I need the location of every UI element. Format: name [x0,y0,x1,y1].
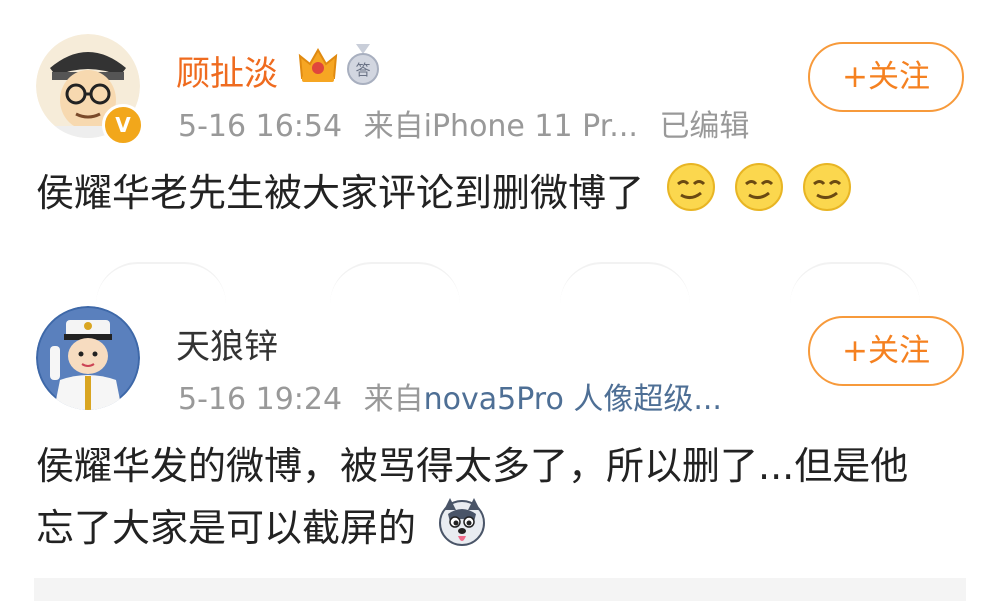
weibo-post: 天狼锌 5-16 19:24 来自nova5Pro 人像超级... +关注 侯耀… [0,300,1000,600]
username[interactable]: 顾扯淡 [176,46,278,95]
avatar[interactable] [36,306,140,410]
husky-emoji [436,496,488,565]
post-text-line: 侯耀华发的微博，被骂得太多了，所以删了...但是他 [36,444,909,488]
edited-label[interactable]: 已编辑 [659,109,749,144]
smirk-emoji [666,162,716,229]
follow-button[interactable]: +关注 [808,42,964,112]
username[interactable]: 天狼锌 [176,319,278,368]
faded-divider [330,262,460,304]
content-card-edge [34,578,966,601]
weibo-post: V 顾扯淡 答 5-16 16:54 来自iPhone 11 Pr... 已编辑… [0,0,1000,300]
source-prefix: 来自 [363,109,424,144]
faded-divider [790,262,920,304]
crown-icon[interactable] [298,46,338,88]
post-time: 5-16 16:54 [178,109,343,144]
source-text: iPhone 11 Pr... [423,109,638,144]
verified-v-icon: V [102,104,144,146]
source-link[interactable]: nova5Pro 人像超级... [424,382,722,417]
svg-text:答: 答 [355,61,370,79]
smirk-emoji [802,162,852,229]
faded-divider [96,262,226,304]
post-text-line: 忘了大家是可以截屏的 [36,506,417,550]
source-prefix: 来自 [363,382,424,417]
faded-divider [560,262,690,304]
post-content: 侯耀华发的微博，被骂得太多了，所以删了...但是他 忘了大家是可以截屏的 [36,436,908,565]
post-meta: 5-16 19:24 来自nova5Pro 人像超级... [178,374,722,418]
smirk-emoji [734,162,784,229]
medal-icon[interactable]: 答 [346,44,380,90]
post-time: 5-16 19:24 [178,382,343,417]
post-content: 侯耀华老先生被大家评论到删微博了 [36,162,852,229]
post-meta: 5-16 16:54 来自iPhone 11 Pr... 已编辑 [178,101,749,145]
post-text: 侯耀华老先生被大家评论到删微博了 [36,171,645,215]
follow-button[interactable]: +关注 [808,316,964,386]
